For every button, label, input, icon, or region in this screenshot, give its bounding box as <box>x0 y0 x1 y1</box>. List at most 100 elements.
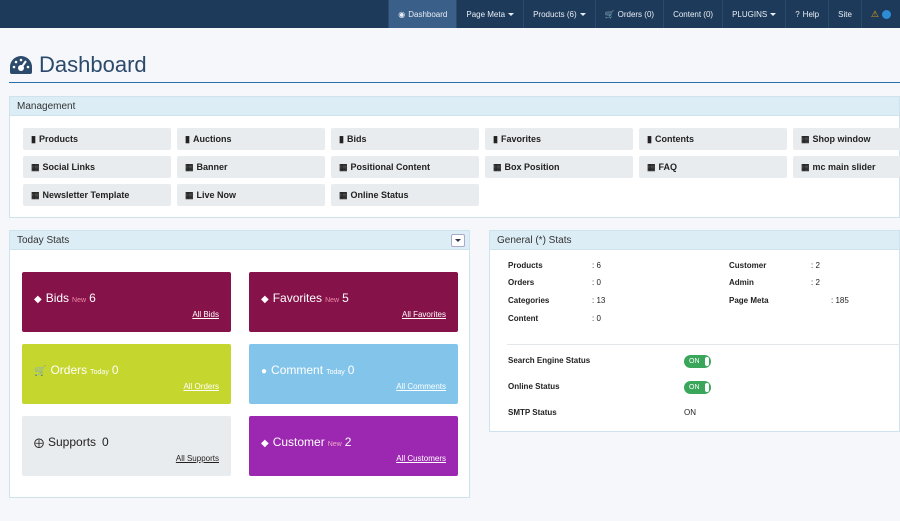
all-bids-link[interactable]: All Bids <box>192 310 219 319</box>
stat-label: Page Meta <box>729 296 769 305</box>
tile-label: Customer <box>272 435 325 449</box>
nav-menu: ◉ Dashboard Page Meta Products (6) 🛒 Ord… <box>388 0 900 28</box>
tile-sub: New <box>72 297 87 304</box>
mgmt-banner-button[interactable]: ▦ Banner <box>177 156 325 178</box>
tile-sub: New <box>327 441 342 448</box>
stat-value: : 0 <box>592 278 601 287</box>
all-favorites-link[interactable]: All Favorites <box>402 310 446 319</box>
stat-label: Orders <box>508 278 535 287</box>
mgmt-products-button[interactable]: ▮ Products <box>23 128 171 150</box>
all-supports-link[interactable]: All Supports <box>176 454 219 463</box>
management-panel: Management ▮ Products ▮ Auctions ▮ Bids ▮ Fa… <box>9 96 900 218</box>
favorites-tile: ◆ Favorites New 5 All Favorites <box>249 272 458 332</box>
mgmt-shop-window-button[interactable]: ▦ Shop window <box>793 128 900 150</box>
nav-help-label: Help <box>802 9 820 19</box>
nav-plugins[interactable]: PLUGINS <box>722 0 785 28</box>
grid-icon: ▦ <box>31 161 40 172</box>
nav-orders-label: Orders (0) <box>617 9 655 19</box>
mgmt-faq-button[interactable]: ▦ FAQ <box>639 156 787 178</box>
notification-badge <box>882 9 891 19</box>
tile-title: ◆ Customer New 2 <box>261 435 351 449</box>
file-icon: ▮ <box>339 133 344 144</box>
online-status-label: Online Status <box>508 382 560 391</box>
customer-tile: ◆ Customer New 2 All Customers <box>249 416 458 476</box>
chevron-down-icon <box>770 12 777 16</box>
stat-label: Customer <box>729 261 767 270</box>
mgmt-label: Banner <box>196 162 228 172</box>
comment-tile: ● Comment Today 0 All Comments <box>249 344 458 404</box>
tile-label: Comment <box>271 363 324 377</box>
nav-page-meta[interactable]: Page Meta <box>456 0 523 28</box>
page-title-text: Dashboard <box>39 52 147 77</box>
mgmt-social-links-button[interactable]: ▦ Social Links <box>23 156 171 178</box>
mgmt-positional-content-button[interactable]: ▦ Positional Content <box>331 156 479 178</box>
nav-notifications[interactable]: ⚠ <box>860 0 900 28</box>
grid-icon: ▦ <box>31 189 40 200</box>
mgmt-label: Auctions <box>192 134 232 144</box>
nav-products-label: Products (6) <box>533 9 577 19</box>
nav-orders[interactable]: 🛒 Orders (0) <box>594 0 663 28</box>
mgmt-label: Online Status <box>350 190 409 200</box>
general-stats-heading: General (*) Stats <box>490 231 899 250</box>
tile-count: 2 <box>344 435 352 449</box>
tile-title: ● Comment Today 0 <box>261 363 354 377</box>
help-icon: ? <box>795 9 800 19</box>
nav-dashboard-label: Dashboard <box>408 9 448 19</box>
today-stats-heading: Today Stats <box>10 231 469 250</box>
mgmt-newsletter-template-button[interactable]: ▦ Newsletter Template <box>23 184 171 206</box>
mgmt-favorites-button[interactable]: ▮ Favorites <box>485 128 633 150</box>
grid-icon: ▦ <box>801 133 810 144</box>
mgmt-box-position-button[interactable]: ▦ Box Position <box>485 156 633 178</box>
dashboard-icon <box>10 56 32 74</box>
stat-value: : 185 <box>831 296 849 305</box>
title-divider <box>9 82 900 83</box>
orders-tile: 🛒 Orders Today 0 All Orders <box>22 344 231 404</box>
tile-label: Favorites <box>272 291 323 305</box>
stat-label: Categories <box>508 296 550 305</box>
tag-icon: ◆ <box>34 294 42 305</box>
mgmt-bids-button[interactable]: ▮ Bids <box>331 128 479 150</box>
mgmt-label: Social Links <box>42 162 96 172</box>
tile-title: ⨁ Supports 0 <box>34 435 109 449</box>
nav-site[interactable]: Site <box>828 0 861 28</box>
chevron-down-icon <box>579 12 586 16</box>
tag-icon: ◆ <box>261 438 269 449</box>
file-icon: ▮ <box>647 133 652 144</box>
stat-label: Products <box>508 261 543 270</box>
nav-help[interactable]: ? Help <box>785 0 828 28</box>
mgmt-auctions-button[interactable]: ▮ Auctions <box>177 128 325 150</box>
grid-icon: ▦ <box>339 161 348 172</box>
mgmt-label: Shop window <box>812 134 871 144</box>
mgmt-label: FAQ <box>658 162 678 172</box>
search-engine-toggle[interactable]: ON <box>684 355 711 368</box>
nav-content[interactable]: Content (0) <box>663 0 722 28</box>
file-icon: ▮ <box>31 133 36 144</box>
user-icon: ● <box>261 366 268 377</box>
mgmt-label: Contents <box>654 134 694 144</box>
online-status-toggle[interactable]: ON <box>684 381 711 394</box>
general-stats-panel: General (*) Stats Products : 6 Orders : … <box>489 230 900 432</box>
all-orders-link[interactable]: All Orders <box>183 382 219 391</box>
tile-title: ◆ Bids New 6 <box>34 291 96 305</box>
tile-sub: Today <box>326 369 345 376</box>
nav-products[interactable]: Products (6) <box>523 0 595 28</box>
file-icon: ▮ <box>185 133 190 144</box>
mgmt-live-now-button[interactable]: ▦ Live Now <box>177 184 325 206</box>
smtp-status-label: SMTP Status <box>508 408 557 417</box>
nav-site-label: Site <box>838 9 852 19</box>
cart-icon: 🛒 <box>604 9 615 19</box>
mgmt-main-slider-button[interactable]: ▦ mc main slider <box>793 156 900 178</box>
nav-dashboard[interactable]: ◉ Dashboard <box>388 0 457 28</box>
mgmt-label: mc main slider <box>812 162 876 172</box>
chevron-down-icon <box>508 12 515 16</box>
all-comments-link[interactable]: All Comments <box>396 382 446 391</box>
mgmt-online-status-button[interactable]: ▦ Online Status <box>331 184 479 206</box>
tag-icon: ◆ <box>261 294 269 305</box>
mgmt-contents-button[interactable]: ▮ Contents <box>639 128 787 150</box>
collapse-button[interactable] <box>451 234 465 247</box>
chevron-down-icon <box>455 239 461 242</box>
stat-value: : 13 <box>592 296 606 305</box>
mgmt-label: Live Now <box>196 190 237 200</box>
management-heading: Management <box>10 97 899 116</box>
all-customers-link[interactable]: All Customers <box>396 454 446 463</box>
